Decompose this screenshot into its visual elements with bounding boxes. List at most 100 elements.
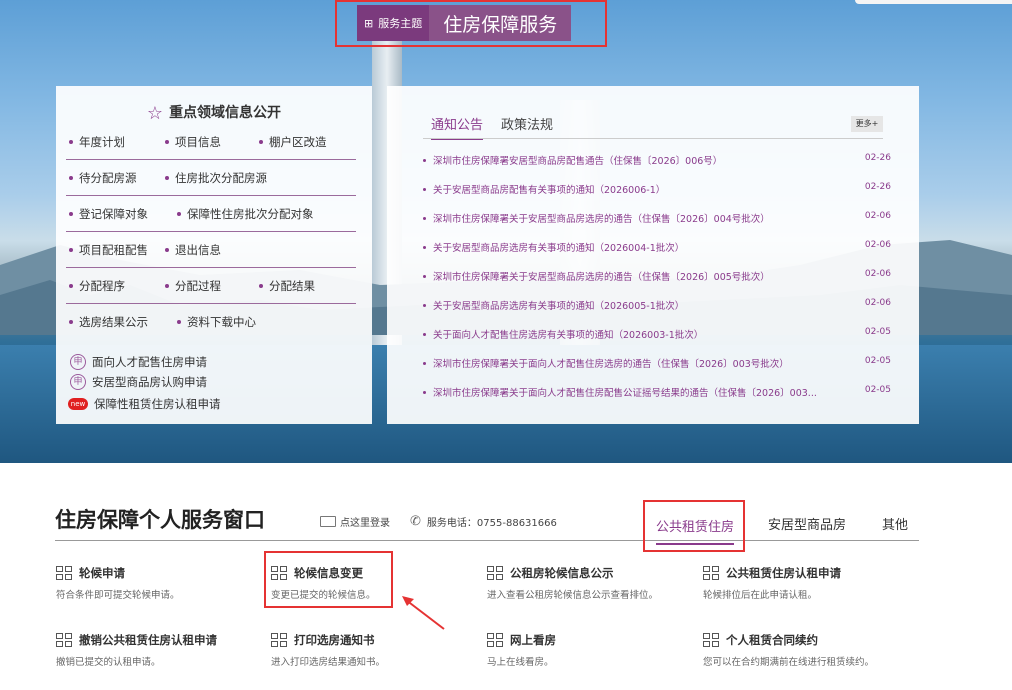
service-grid-icon <box>487 632 504 648</box>
hero-banner: ⊞ 服务主题 住房保障服务 ☆ 重点领域信息公开 年度计划 项目信息 棚户区改造 … <box>0 0 1012 463</box>
service-grid-icon <box>271 632 288 648</box>
notice-item[interactable]: 深圳市住房保障署关于面向人才配售住房配售公证摇号结果的通告（住保售〔2026〕0… <box>421 385 891 399</box>
focus-link[interactable]: 登记保障对象 <box>66 206 174 222</box>
notice-title: 关于面向人才配售住房选房有关事项的通知（2026003-1批次） <box>421 327 831 341</box>
service-item[interactable]: 公共租赁住房认租申请轮候排位后在此申请认租。 <box>703 565 841 601</box>
focus-link[interactable]: 项目信息 <box>162 134 256 150</box>
focus-link[interactable]: 年度计划 <box>66 134 162 150</box>
theme-title[interactable]: 住房保障服务 <box>429 5 572 41</box>
tab-anju-housing[interactable]: 安居型商品房 <box>768 514 846 533</box>
service-item-title: 撤销公共租赁住房认租申请 <box>79 633 217 647</box>
apply-rental[interactable]: new 保障性租赁住房认租申请 <box>68 396 221 412</box>
notice-item[interactable]: 关于安居型商品房配售有关事项的通知（2026006-1） 02-26 <box>421 182 891 196</box>
service-item-desc: 进入查看公租房轮候信息公示查看排位。 <box>487 590 659 601</box>
focus-link[interactable]: 待分配房源 <box>66 170 162 186</box>
focus-row: 项目配租配售 退出信息 <box>66 232 356 268</box>
service-phone: ✆ 服务电话：0755-88631666 <box>410 514 557 529</box>
notice-panel: 通知公告 政策法规 更多+ 深圳市住房保障署安居型商品房配售通告（住保售〔202… <box>387 86 919 424</box>
apply-anju[interactable]: 申 安居型商品房认购申请 <box>70 374 207 390</box>
monitor-icon <box>320 516 336 527</box>
notice-title: 关于安居型商品房选房有关事项的通知（2026004-1批次） <box>421 240 831 254</box>
notice-item[interactable]: 关于面向人才配售住房选房有关事项的通知（2026003-1批次） 02-05 <box>421 327 891 341</box>
notice-title: 关于安居型商品房配售有关事项的通知（2026006-1） <box>421 182 831 196</box>
notice-date: 02-26 <box>864 182 891 192</box>
focus-row: 选房结果公示 资料下载中心 <box>66 304 356 340</box>
service-item-title: 个人租赁合同续约 <box>726 633 818 647</box>
service-theme-highlight: ⊞ 服务主题 住房保障服务 <box>335 0 607 47</box>
service-item-desc: 您可以在合约期满前在线进行租赁续约。 <box>703 657 875 668</box>
tab-policies[interactable]: 政策法规 <box>501 114 553 140</box>
highlight-box <box>264 551 393 608</box>
notice-date: 02-05 <box>864 327 891 337</box>
focus-link[interactable]: 选房结果公示 <box>66 314 174 330</box>
tab-public-rental-highlight: 公共租赁住房 <box>643 500 745 552</box>
notice-date: 02-06 <box>864 240 891 250</box>
notice-date: 02-05 <box>864 385 891 395</box>
focus-link[interactable]: 项目配租配售 <box>66 242 162 258</box>
more-button[interactable]: 更多+ <box>851 116 883 132</box>
service-grid-icon <box>703 565 720 581</box>
focus-link[interactable]: 分配程序 <box>66 278 162 294</box>
tab-divider <box>423 138 883 139</box>
login-link[interactable]: 点这里登录 <box>320 514 390 529</box>
notice-item[interactable]: 深圳市住房保障署关于安居型商品房选房的通告（住保售〔2026〕004号批次） 02… <box>421 211 891 225</box>
service-title: 住房保障个人服务窗口 <box>55 508 265 532</box>
service-grid-icon <box>56 632 73 648</box>
service-grid-icon <box>487 565 504 581</box>
focus-link[interactable]: 分配过程 <box>162 278 256 294</box>
notice-item[interactable]: 深圳市住房保障署关于面向人才配售住房选房的通告（住保售〔2026〕003号批次）… <box>421 356 891 370</box>
tab-notices[interactable]: 通知公告 <box>431 114 484 140</box>
notice-title: 深圳市住房保障署关于安居型商品房选房的通告（住保售〔2026〕005号批次） <box>421 269 831 283</box>
service-item[interactable]: 打印选房通知书进入打印选房结果通知书。 <box>271 632 385 668</box>
service-item-title: 打印选房通知书 <box>294 633 375 647</box>
service-item-desc: 进入打印选房结果通知书。 <box>271 657 386 668</box>
apply-talent[interactable]: 申 面向人才配售住房申请 <box>70 354 207 370</box>
service-item-title: 轮候申请 <box>79 566 125 580</box>
focus-row: 分配程序 分配过程 分配结果 <box>66 268 356 304</box>
notice-title: 深圳市住房保障署关于面向人才配售住房配售公证摇号结果的通告（住保售〔2026〕0… <box>421 385 831 399</box>
focus-title: ☆ 重点领域信息公开 <box>146 103 282 124</box>
service-item-title: 公共租赁住房认租申请 <box>726 566 841 580</box>
focus-link[interactable]: 住房批次分配房源 <box>162 170 267 186</box>
service-item-desc: 马上在线看房。 <box>487 657 554 668</box>
grid-icon: ⊞ <box>364 16 374 30</box>
theme-tag[interactable]: ⊞ 服务主题 <box>357 5 430 41</box>
focus-panel: ☆ 重点领域信息公开 年度计划 项目信息 棚户区改造 待分配房源 住房批次分配房源… <box>56 86 372 424</box>
focus-link[interactable]: 资料下载中心 <box>174 314 256 330</box>
focus-link[interactable]: 棚户区改造 <box>256 134 327 150</box>
apply-icon: 申 <box>70 354 86 370</box>
tab-public-rental[interactable]: 公共租赁住房 <box>656 516 735 545</box>
tab-other[interactable]: 其他 <box>882 514 908 533</box>
service-item[interactable]: 公租房轮候信息公示进入查看公租房轮候信息公示查看排位。 <box>487 565 658 601</box>
focus-row: 待分配房源 住房批次分配房源 <box>66 160 356 196</box>
notice-title: 深圳市住房保障署关于面向人才配售住房选房的通告（住保售〔2026〕003号批次） <box>421 356 831 370</box>
service-item-desc: 轮候排位后在此申请认租。 <box>703 590 818 601</box>
service-item-title: 网上看房 <box>510 633 556 647</box>
service-item[interactable]: 撤销公共租赁住房认租申请撤销已提交的认租申请。 <box>56 632 217 668</box>
service-tabs: 公共租赁住房 安居型商品房 其他 <box>643 500 919 552</box>
service-item[interactable]: 轮候申请符合条件即可提交轮候申请。 <box>56 565 180 601</box>
service-grid-icon <box>703 632 720 648</box>
focus-link[interactable]: 退出信息 <box>162 242 221 258</box>
new-badge-icon: new <box>68 398 88 410</box>
notice-item[interactable]: 关于安居型商品房选房有关事项的通知（2026005-1批次） 02-06 <box>421 298 891 312</box>
service-item-title: 公租房轮候信息公示 <box>510 566 614 580</box>
focus-row: 年度计划 项目信息 棚户区改造 <box>66 124 356 160</box>
service-item[interactable]: 网上看房马上在线看房。 <box>487 632 556 668</box>
notice-item[interactable]: 关于安居型商品房选房有关事项的通知（2026004-1批次） 02-06 <box>421 240 891 254</box>
notice-item[interactable]: 深圳市住房保障署关于安居型商品房选房的通告（住保售〔2026〕005号批次） 02… <box>421 269 891 283</box>
apply-icon: 申 <box>70 374 86 390</box>
search-box[interactable] <box>855 0 1012 4</box>
service-item[interactable]: 个人租赁合同续约您可以在合约期满前在线进行租赁续约。 <box>703 632 874 668</box>
notice-title: 关于安居型商品房选房有关事项的通知（2026005-1批次） <box>421 298 831 312</box>
service-divider <box>55 540 919 541</box>
notice-title: 深圳市住房保障署关于安居型商品房选房的通告（住保售〔2026〕004号批次） <box>421 211 831 225</box>
notice-item[interactable]: 深圳市住房保障署安居型商品房配售通告（住保售〔2026〕006号） 02-26 <box>421 153 891 167</box>
service-item-desc: 符合条件即可提交轮候申请。 <box>56 590 180 601</box>
service-item-desc: 撤销已提交的认租申请。 <box>56 657 161 668</box>
notice-date: 02-06 <box>864 298 891 308</box>
focus-link[interactable]: 分配结果 <box>256 278 315 294</box>
focus-link[interactable]: 保障性住房批次分配对象 <box>174 206 314 222</box>
arrow-annotation <box>402 596 445 630</box>
notice-date: 02-05 <box>864 356 891 366</box>
